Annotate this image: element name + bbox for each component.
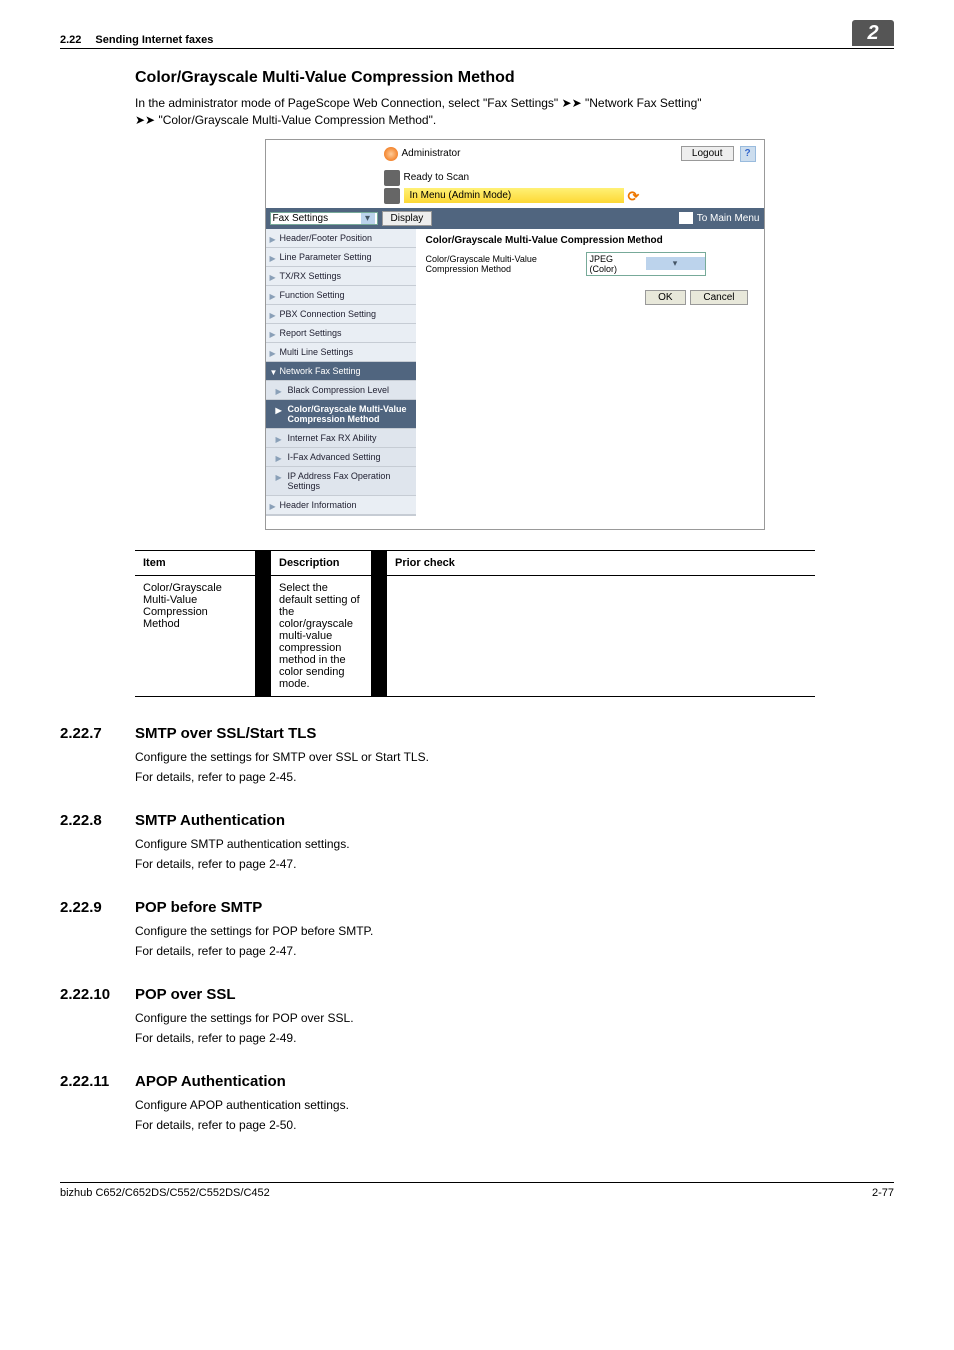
section-num: 2.22.11 (60, 1073, 135, 1090)
main-heading: Color/Grayscale Multi-Value Compression … (135, 69, 894, 87)
section-ref: For details, refer to page 2-47. (135, 944, 894, 958)
section-num: 2.22.9 (60, 899, 135, 916)
sidebar-label: PBX Connection Setting (280, 309, 377, 319)
sidebar-item[interactable]: ▶Line Parameter Setting (266, 248, 416, 267)
admin-label: Administrator (384, 147, 461, 161)
sidebar: ▶Header/Footer Position ▶Line Parameter … (266, 229, 416, 529)
section-title: SMTP over SSL/Start TLS (135, 725, 316, 742)
logout-button[interactable]: Logout (681, 146, 734, 161)
sidebar-label: IP Address Fax Operation Settings (288, 471, 391, 491)
arrow-icon: ➤➤ (135, 113, 155, 127)
section-text: Configure the settings for POP before SM… (135, 924, 894, 938)
sidebar-subitem-selected[interactable]: ▶Color/Grayscale Multi-Value Compression… (266, 400, 416, 429)
section-ref: For details, refer to page 2-50. (135, 1118, 894, 1132)
section-text: Configure the settings for POP over SSL. (135, 1011, 894, 1025)
sidebar-subitem[interactable]: ▶IP Address Fax Operation Settings (266, 467, 416, 496)
intro-part2: "Network Fax Setting" (582, 96, 702, 110)
section-title: POP before SMTP (135, 899, 262, 916)
content-title: Color/Grayscale Multi-Value Compression … (426, 235, 754, 246)
sidebar-label: Black Compression Level (288, 385, 390, 395)
intro-part1: In the administrator mode of PageScope W… (135, 96, 562, 110)
sidebar-label: Internet Fax RX Ability (288, 433, 377, 443)
chapter-badge: 2 (852, 20, 894, 46)
sidebar-item[interactable]: ▶Header Information (266, 496, 416, 515)
sidebar-subitem[interactable]: ▶Internet Fax RX Ability (266, 429, 416, 448)
field-label: Color/Grayscale Multi-Value Compression … (426, 254, 586, 274)
chevron-down-icon: ▾ (361, 213, 375, 224)
sidebar-label: Network Fax Setting (280, 366, 361, 376)
cancel-button[interactable]: Cancel (690, 290, 747, 305)
td-prior-check (387, 575, 815, 696)
help-icon[interactable]: ? (740, 146, 756, 162)
intro-text: In the administrator mode of PageScope W… (135, 95, 894, 129)
printer-icon (384, 170, 400, 186)
page-footer: bizhub C652/C652DS/C552/C552DS/C452 2-77 (60, 1182, 894, 1199)
sidebar-label: Color/Grayscale Multi-Value Compression … (288, 404, 407, 424)
sidebar-label: Line Parameter Setting (280, 252, 372, 262)
header-title: Sending Internet faxes (95, 34, 213, 46)
content-panel: Color/Grayscale Multi-Value Compression … (416, 229, 764, 529)
sidebar-item[interactable]: ▶Function Setting (266, 286, 416, 305)
doc-icon (384, 188, 400, 204)
sidebar-label: Report Settings (280, 328, 342, 338)
section-num: 2.22.10 (60, 986, 135, 1003)
td-description: Select the default setting of the color/… (271, 575, 371, 696)
refresh-icon[interactable]: ⟳ (628, 188, 644, 204)
category-value: Fax Settings (273, 213, 329, 224)
sidebar-item[interactable]: ▶Report Settings (266, 324, 416, 343)
admin-text: Administrator (402, 148, 461, 159)
embedded-screenshot: Administrator Logout ? Ready to Scan In … (265, 139, 765, 530)
sidebar-label: Function Setting (280, 290, 345, 300)
description-table: Item Description Prior check Color/Grays… (135, 550, 815, 697)
chapter-number: 2 (867, 22, 878, 45)
intro-part3: "Color/Grayscale Multi-Value Compression… (155, 113, 436, 127)
th-item: Item (135, 550, 255, 575)
page-header: 2.22 Sending Internet faxes 2 (60, 20, 894, 49)
section-title: POP over SSL (135, 986, 236, 1003)
to-main-label: To Main Menu (697, 213, 760, 224)
sidebar-item[interactable]: ▶Header/Footer Position (266, 229, 416, 248)
td-item: Color/Grayscale Multi-Value Compression … (135, 575, 255, 696)
sidebar-item[interactable]: ▶Multi Line Settings (266, 343, 416, 362)
th-description: Description (271, 550, 371, 575)
section-num: 2.22.8 (60, 812, 135, 829)
sidebar-label: I-Fax Advanced Setting (288, 452, 381, 462)
section-ref: For details, refer to page 2-45. (135, 770, 894, 784)
section-text: Configure APOP authentication settings. (135, 1098, 894, 1112)
admin-icon (384, 147, 398, 161)
section-text: Configure SMTP authentication settings. (135, 837, 894, 851)
compression-select[interactable]: JPEG (Color)▾ (586, 252, 706, 276)
to-main-menu[interactable]: To Main Menu (679, 212, 760, 224)
th-prior-check: Prior check (387, 550, 815, 575)
sidebar-label: Multi Line Settings (280, 347, 354, 357)
sidebar-label: Header/Footer Position (280, 233, 373, 243)
section-ref: For details, refer to page 2-47. (135, 857, 894, 871)
sidebar-label: Header Information (280, 500, 357, 510)
header-section-num: 2.22 (60, 34, 81, 46)
section-title: APOP Authentication (135, 1073, 286, 1090)
select-value: JPEG (Color) (587, 253, 646, 275)
sidebar-subitem[interactable]: ▶Black Compression Level (266, 381, 416, 400)
section-title: SMTP Authentication (135, 812, 285, 829)
chevron-down-icon: ▾ (646, 257, 705, 270)
display-button[interactable]: Display (382, 211, 433, 226)
sidebar-subitem[interactable]: ▶I-Fax Advanced Setting (266, 448, 416, 467)
section-num: 2.22.7 (60, 725, 135, 742)
footer-model: bizhub C652/C652DS/C552/C552DS/C452 (60, 1187, 270, 1199)
ok-button[interactable]: OK (645, 290, 685, 305)
status-ready: Ready to Scan (404, 172, 470, 183)
sidebar-item[interactable]: ▶PBX Connection Setting (266, 305, 416, 324)
category-select[interactable]: Fax Settings ▾ (270, 212, 378, 225)
section-text: Configure the settings for SMTP over SSL… (135, 750, 894, 764)
status-mode: In Menu (Admin Mode) (404, 188, 624, 203)
menu-icon (679, 212, 693, 224)
section-ref: For details, refer to page 2-49. (135, 1031, 894, 1045)
footer-page: 2-77 (872, 1187, 894, 1199)
sidebar-label: TX/RX Settings (280, 271, 342, 281)
arrow-icon: ➤➤ (562, 96, 582, 110)
sidebar-item[interactable]: ▶TX/RX Settings (266, 267, 416, 286)
sidebar-item-expanded[interactable]: ▼Network Fax Setting (266, 362, 416, 381)
